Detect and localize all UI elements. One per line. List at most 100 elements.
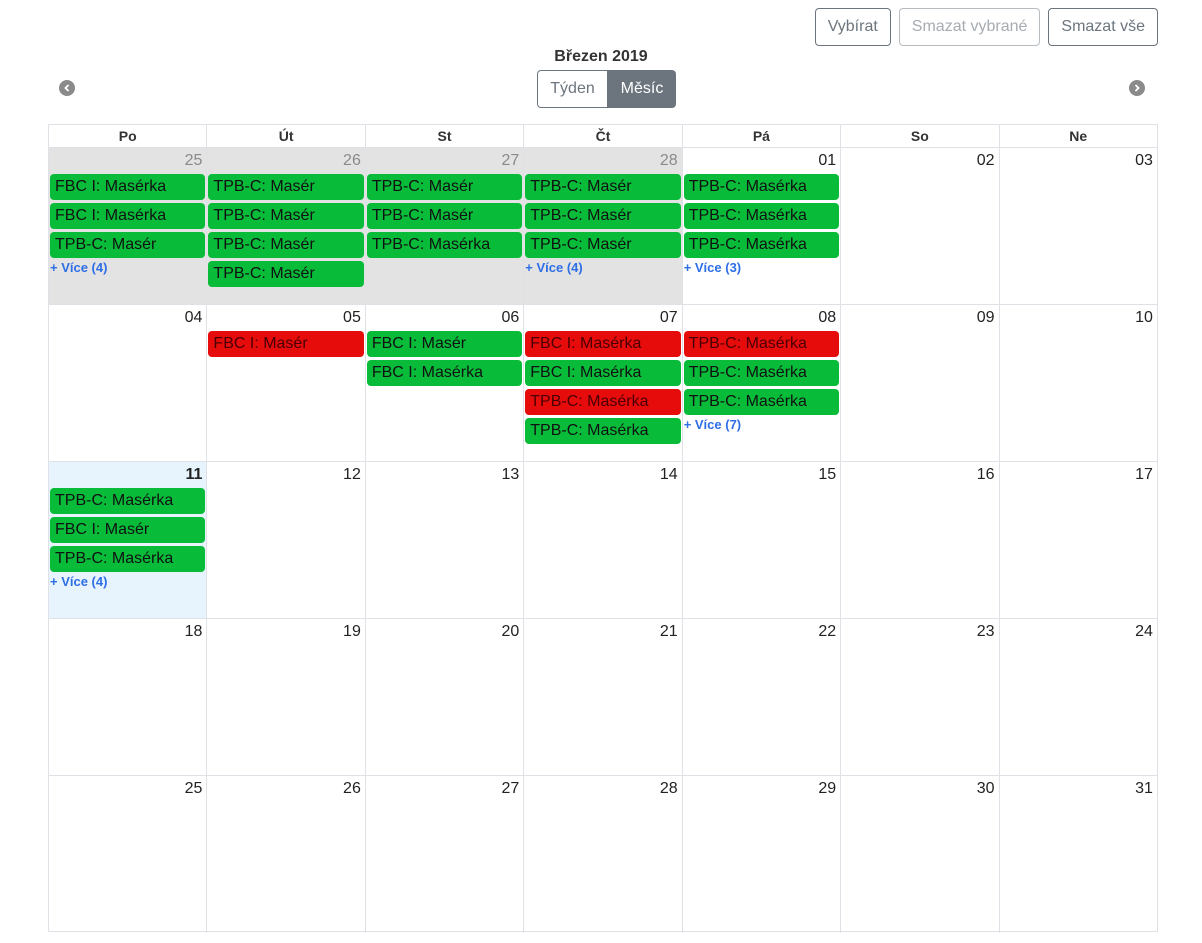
day-cell[interactable]: 24 xyxy=(1000,619,1157,775)
day-cell[interactable]: 10 xyxy=(1000,305,1157,461)
calendar-event[interactable]: TPB-C: Masérka xyxy=(525,418,681,444)
calendar-event[interactable]: TPB-C: Masér xyxy=(525,232,681,258)
day-cell[interactable]: 18 xyxy=(49,619,208,775)
day-cell[interactable]: 25 FBC I: Masérka FBC I: Masérka TPB-C: Mas… xyxy=(49,148,208,304)
delete-selected-button[interactable]: Smazat vybrané xyxy=(898,8,1041,46)
day-number: 14 xyxy=(659,466,678,483)
day-cell[interactable]: 09 xyxy=(841,305,1000,461)
calendar-event[interactable]: TPB-C: Masérka xyxy=(525,389,681,415)
day-number: 18 xyxy=(184,623,203,640)
day-cell[interactable]: 28 xyxy=(524,776,683,933)
day-cell[interactable]: 21 xyxy=(524,619,683,775)
more-events-link[interactable]: + Více (7) xyxy=(683,418,840,432)
calendar-event[interactable]: TPB-C: Masérka xyxy=(683,174,840,200)
prev-month-button[interactable] xyxy=(59,80,75,96)
day-number: 11 xyxy=(185,466,203,483)
calendar-event[interactable]: TPB-C: Masérka xyxy=(50,488,206,514)
day-number: 10 xyxy=(1135,309,1153,326)
calendar-event[interactable]: TPB-C: Masérka xyxy=(366,232,523,258)
day-cell[interactable]: 13 xyxy=(366,462,525,618)
day-cell[interactable]: 27 TPB-C: Masér TPB-C: Masér TPB-C: Masérka xyxy=(365,148,525,304)
day-cell-today[interactable]: 11 TPB-C: Masérka FBC I: Masér TPB-C: Masér… xyxy=(49,462,208,618)
day-cell[interactable]: 17 xyxy=(1000,462,1157,618)
day-cell[interactable]: 01 TPB-C: Masérka TPB-C: Masérka TPB-C: Mas… xyxy=(683,148,842,304)
calendar-event[interactable]: TPB-C: Masér xyxy=(366,174,523,200)
calendar-event[interactable]: TPB-C: Masér xyxy=(208,261,364,287)
calendar-event[interactable]: TPB-C: Masér xyxy=(366,203,523,229)
calendar-event[interactable]: FBC I: Masérka xyxy=(525,360,681,386)
day-cell[interactable]: 26 TPB-C: Masér TPB-C: Masér TPB-C: Masér TP… xyxy=(207,148,366,304)
calendar-event[interactable]: TPB-C: Masér xyxy=(525,174,681,200)
calendar-event[interactable]: FBC I: Masér xyxy=(50,517,206,543)
calendar-grid: 25 FBC I: Masérka FBC I: Masérka TPB-C: Mas… xyxy=(49,148,1157,933)
more-events-link[interactable]: + Více (3) xyxy=(683,261,840,275)
more-events-link[interactable]: + Více (4) xyxy=(49,575,206,589)
day-cell[interactable]: 30 xyxy=(841,776,1000,933)
day-number: 26 xyxy=(343,152,361,169)
calendar-event[interactable]: TPB-C: Masér xyxy=(208,232,364,258)
calendar-event[interactable]: TPB-C: Masér xyxy=(525,203,681,229)
day-cell[interactable]: 14 xyxy=(524,462,683,618)
calendar-event[interactable]: FBC I: Masérka xyxy=(525,331,681,357)
select-button[interactable]: Vybírat xyxy=(814,8,891,46)
more-events-link[interactable]: + Více (4) xyxy=(49,261,206,275)
weekday-header: Po Út St Čt Pá So Ne xyxy=(49,125,1157,148)
view-month-button[interactable]: Měsíc xyxy=(608,70,676,108)
day-number: 06 xyxy=(501,309,520,326)
calendar-event[interactable]: TPB-C: Masér xyxy=(208,174,364,200)
calendar-event[interactable]: TPB-C: Masérka xyxy=(683,232,840,258)
day-cell[interactable]: 27 xyxy=(366,776,525,933)
calendar-event[interactable]: FBC I: Masérka xyxy=(50,174,206,200)
day-number: 24 xyxy=(1135,623,1153,640)
calendar-event[interactable]: TPB-C: Masérka xyxy=(683,389,840,415)
calendar-event[interactable]: FBC I: Masér xyxy=(366,331,523,357)
calendar-event[interactable]: FBC I: Masérka xyxy=(366,360,523,386)
weekday-label: Čt xyxy=(524,125,683,147)
day-number: 28 xyxy=(659,152,678,169)
day-cell[interactable]: 29 xyxy=(683,776,842,933)
weekday-label: Po xyxy=(49,125,208,147)
day-cell[interactable]: 26 xyxy=(207,776,366,933)
next-month-button[interactable] xyxy=(1129,80,1145,96)
calendar-event[interactable]: TPB-C: Masér xyxy=(50,232,206,258)
day-number: 16 xyxy=(976,466,995,483)
calendar-event[interactable]: TPB-C: Masérka xyxy=(683,360,840,386)
day-cell[interactable]: 15 xyxy=(683,462,842,618)
day-cell[interactable]: 31 xyxy=(1000,776,1157,933)
day-cell[interactable]: 06 FBC I: Masér FBC I: Masérka xyxy=(366,305,525,461)
day-cell[interactable]: 19 xyxy=(207,619,366,775)
day-cell[interactable]: 16 xyxy=(841,462,1000,618)
calendar-event[interactable]: FBC I: Masér xyxy=(208,331,364,357)
day-cell[interactable]: 05 FBC I: Masér xyxy=(207,305,366,461)
day-cell[interactable]: 03 xyxy=(1000,148,1157,304)
day-cell[interactable]: 25 xyxy=(49,776,208,933)
day-cell[interactable]: 28 TPB-C: Masér TPB-C: Masér TPB-C: Masér + … xyxy=(524,148,683,304)
day-cell[interactable]: 04 xyxy=(49,305,208,461)
day-cell[interactable]: 08 TPB-C: Masérka TPB-C: Masérka TPB-C: Mas… xyxy=(683,305,842,461)
weekday-label: Pá xyxy=(683,125,842,147)
view-week-button[interactable]: Týden xyxy=(537,70,608,108)
weekday-label: St xyxy=(366,125,525,147)
day-cell[interactable]: 22 xyxy=(683,619,842,775)
day-number: 27 xyxy=(501,152,520,169)
day-cell[interactable]: 20 xyxy=(366,619,525,775)
delete-all-button[interactable]: Smazat vše xyxy=(1048,8,1158,46)
day-number: 15 xyxy=(818,466,837,483)
day-cell[interactable]: 07 FBC I: Masérka FBC I: Masérka TPB-C: Mas… xyxy=(524,305,683,461)
calendar-event[interactable]: TPB-C: Masérka xyxy=(50,546,206,572)
day-cell[interactable]: 23 xyxy=(841,619,1000,775)
more-events-link[interactable]: + Více (4) xyxy=(524,261,681,275)
calendar-event[interactable]: TPB-C: Masér xyxy=(208,203,364,229)
day-number: 23 xyxy=(976,623,995,640)
calendar-event[interactable]: TPB-C: Masérka xyxy=(683,203,840,229)
day-number: 21 xyxy=(659,623,678,640)
weekday-label: Ne xyxy=(1069,128,1088,144)
weekday-label: So xyxy=(841,125,1000,147)
calendar-event[interactable]: TPB-C: Masérka xyxy=(683,331,840,357)
view-switch: Týden Měsíc xyxy=(537,70,676,108)
week-row: 18 19 20 21 22 23 24 xyxy=(49,619,1157,776)
day-cell[interactable]: 12 xyxy=(207,462,366,618)
day-number: 05 xyxy=(343,309,361,326)
day-cell[interactable]: 02 xyxy=(841,148,1000,304)
calendar-event[interactable]: FBC I: Masérka xyxy=(50,203,206,229)
